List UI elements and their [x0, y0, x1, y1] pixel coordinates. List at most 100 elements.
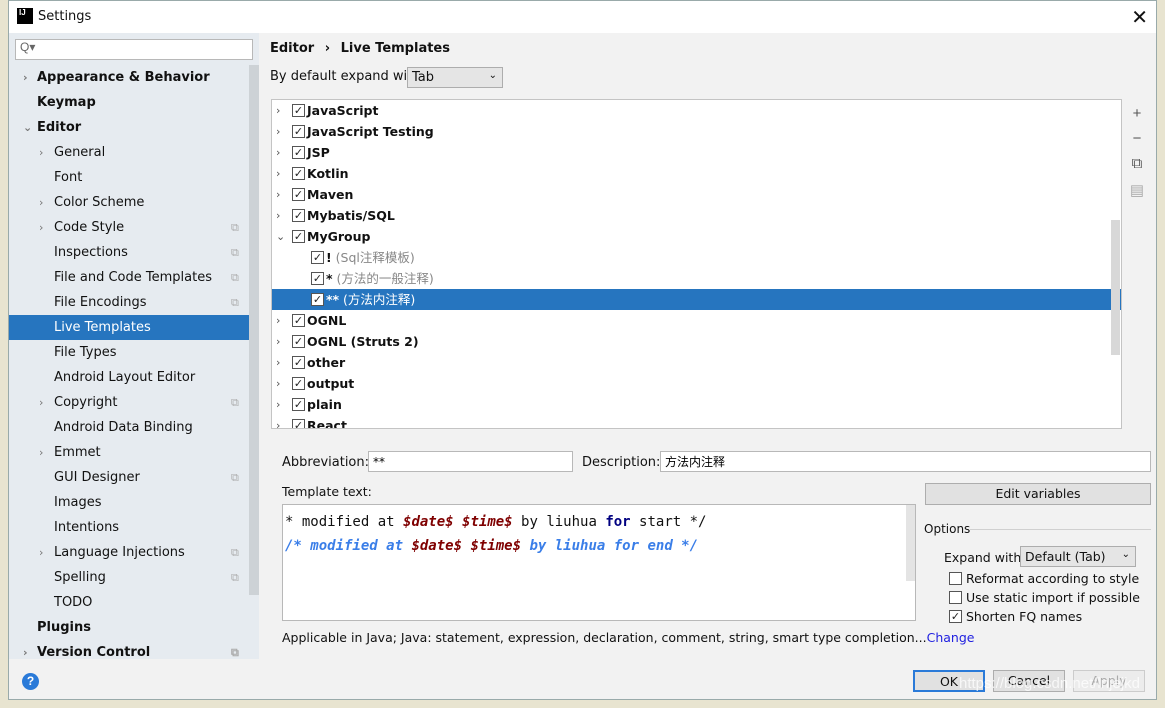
sidebar-item[interactable]: Android Layout Editor: [9, 365, 259, 390]
edit-icon[interactable]: ▤: [1128, 181, 1146, 199]
remove-icon[interactable]: −: [1128, 130, 1146, 147]
close-icon[interactable]: ✕: [1131, 5, 1148, 30]
template-group-row[interactable]: › ✓ JavaScript Testing: [272, 121, 1121, 142]
tree-scrollbar[interactable]: [1111, 220, 1120, 355]
sidebar-item[interactable]: › Color Scheme: [9, 190, 259, 215]
chevron-down-icon[interactable]: ⌄: [23, 115, 32, 140]
template-group-row[interactable]: › ✓ React: [272, 415, 1121, 428]
sidebar-item[interactable]: Android Data Binding: [9, 415, 259, 440]
sidebar-item[interactable]: File Encodings ⧉: [9, 290, 259, 315]
project-scope-icon: ⧉: [231, 246, 239, 259]
chevron-right-icon[interactable]: ›: [276, 184, 280, 205]
template-checkbox[interactable]: ✓: [292, 167, 305, 180]
checkbox[interactable]: [949, 591, 962, 604]
edit-variables-button[interactable]: Edit variables: [925, 483, 1151, 505]
template-group-row[interactable]: › ✓ Mybatis/SQL: [272, 205, 1121, 226]
chevron-right-icon[interactable]: ›: [39, 190, 43, 215]
template-group-row[interactable]: › ✓ OGNL (Struts 2): [272, 331, 1121, 352]
sidebar-item[interactable]: › Appearance & Behavior: [9, 65, 259, 90]
template-scrollbar[interactable]: [906, 505, 915, 581]
sidebar-item[interactable]: › Language Injections ⧉: [9, 540, 259, 565]
sidebar-item[interactable]: Spelling ⧉: [9, 565, 259, 590]
chevron-right-icon[interactable]: ›: [276, 352, 280, 373]
copy-icon[interactable]: ⧉: [1128, 155, 1146, 172]
checkbox[interactable]: ✓: [949, 610, 962, 623]
template-checkbox[interactable]: ✓: [292, 419, 305, 428]
chevron-right-icon[interactable]: ›: [39, 440, 43, 465]
template-row[interactable]: ✓ * (方法的一般注释): [272, 268, 1121, 289]
template-checkbox[interactable]: ✓: [292, 188, 305, 201]
sidebar-item[interactable]: File Types: [9, 340, 259, 365]
sidebar-item[interactable]: › Version Control ⧉: [9, 640, 259, 665]
sidebar-item[interactable]: GUI Designer ⧉: [9, 465, 259, 490]
template-checkbox[interactable]: ✓: [292, 230, 305, 243]
template-checkbox[interactable]: ✓: [292, 356, 305, 369]
template-checkbox[interactable]: ✓: [292, 146, 305, 159]
chevron-right-icon[interactable]: ›: [23, 640, 28, 665]
chevron-right-icon[interactable]: ›: [276, 100, 280, 121]
template-group-row[interactable]: ⌄ ✓ MyGroup: [272, 226, 1121, 247]
sidebar-item[interactable]: Live Templates: [9, 315, 259, 340]
sidebar-item[interactable]: Font: [9, 165, 259, 190]
checkbox[interactable]: [949, 572, 962, 585]
sidebar-item[interactable]: TODO: [9, 590, 259, 615]
template-group-row[interactable]: › ✓ Maven: [272, 184, 1121, 205]
chevron-right-icon[interactable]: ›: [276, 205, 280, 226]
add-icon[interactable]: +: [1128, 105, 1146, 122]
sidebar-scrollbar[interactable]: [249, 65, 259, 595]
template-group-row[interactable]: › ✓ output: [272, 373, 1121, 394]
settings-search-input[interactable]: Q▾: [15, 39, 253, 60]
template-group-row[interactable]: › ✓ JavaScript: [272, 100, 1121, 121]
expand-with-select[interactable]: Default (Tab) ⌄: [1020, 546, 1136, 567]
template-row[interactable]: ✓! (Sql注释模板): [272, 247, 1121, 268]
template-group-row[interactable]: › ✓ OGNL: [272, 310, 1121, 331]
template-checkbox[interactable]: ✓: [311, 293, 324, 306]
template-checkbox[interactable]: ✓: [311, 272, 324, 285]
chevron-right-icon[interactable]: ›: [276, 163, 280, 184]
chevron-right-icon[interactable]: ›: [276, 331, 280, 352]
sidebar-item[interactable]: Inspections ⧉: [9, 240, 259, 265]
chevron-right-icon[interactable]: ›: [39, 140, 43, 165]
template-row[interactable]: ✓ ** (方法内注释): [272, 289, 1121, 310]
chevron-down-icon[interactable]: ⌄: [276, 226, 285, 247]
template-checkbox[interactable]: ✓: [292, 398, 305, 411]
help-icon[interactable]: ?: [22, 673, 39, 690]
chevron-right-icon[interactable]: ›: [39, 215, 43, 240]
sidebar-item[interactable]: Images: [9, 490, 259, 515]
sidebar-item[interactable]: Plugins: [9, 615, 259, 640]
template-group-row[interactable]: › ✓ JSP: [272, 142, 1121, 163]
template-checkbox[interactable]: ✓: [292, 335, 305, 348]
sidebar-item[interactable]: › Copyright ⧉: [9, 390, 259, 415]
chevron-right-icon[interactable]: ›: [276, 394, 280, 415]
sidebar-item[interactable]: Intentions: [9, 515, 259, 540]
breadcrumb-parent[interactable]: Editor: [270, 41, 314, 56]
chevron-right-icon[interactable]: ›: [276, 121, 280, 142]
chevron-right-icon[interactable]: ›: [276, 415, 280, 428]
sidebar-item[interactable]: › Code Style ⧉: [9, 215, 259, 240]
description-input[interactable]: [660, 451, 1151, 472]
template-checkbox[interactable]: ✓: [311, 251, 324, 264]
abbreviation-input[interactable]: [368, 451, 573, 472]
template-checkbox[interactable]: ✓: [292, 209, 305, 222]
sidebar-item[interactable]: › Emmet: [9, 440, 259, 465]
sidebar-item[interactable]: Keymap: [9, 90, 259, 115]
chevron-right-icon[interactable]: ›: [23, 65, 28, 90]
chevron-right-icon[interactable]: ›: [39, 540, 43, 565]
template-checkbox[interactable]: ✓: [292, 314, 305, 327]
change-link[interactable]: Change: [927, 630, 975, 645]
template-group-row[interactable]: › ✓ Kotlin: [272, 163, 1121, 184]
template-checkbox[interactable]: ✓: [292, 377, 305, 390]
chevron-right-icon[interactable]: ›: [276, 142, 280, 163]
sidebar-item[interactable]: File and Code Templates ⧉: [9, 265, 259, 290]
sidebar-item[interactable]: › General: [9, 140, 259, 165]
default-expand-select[interactable]: Tab ⌄: [407, 67, 503, 88]
chevron-right-icon[interactable]: ›: [39, 390, 43, 415]
chevron-right-icon[interactable]: ›: [276, 310, 280, 331]
template-group-row[interactable]: › ✓ plain: [272, 394, 1121, 415]
template-checkbox[interactable]: ✓: [292, 104, 305, 117]
template-checkbox[interactable]: ✓: [292, 125, 305, 138]
chevron-right-icon[interactable]: ›: [276, 373, 280, 394]
template-text-editor[interactable]: * modified at $date$ $time$ by liuhua fo…: [282, 504, 916, 621]
template-group-row[interactable]: › ✓ other: [272, 352, 1121, 373]
sidebar-item[interactable]: ⌄ Editor: [9, 115, 259, 140]
